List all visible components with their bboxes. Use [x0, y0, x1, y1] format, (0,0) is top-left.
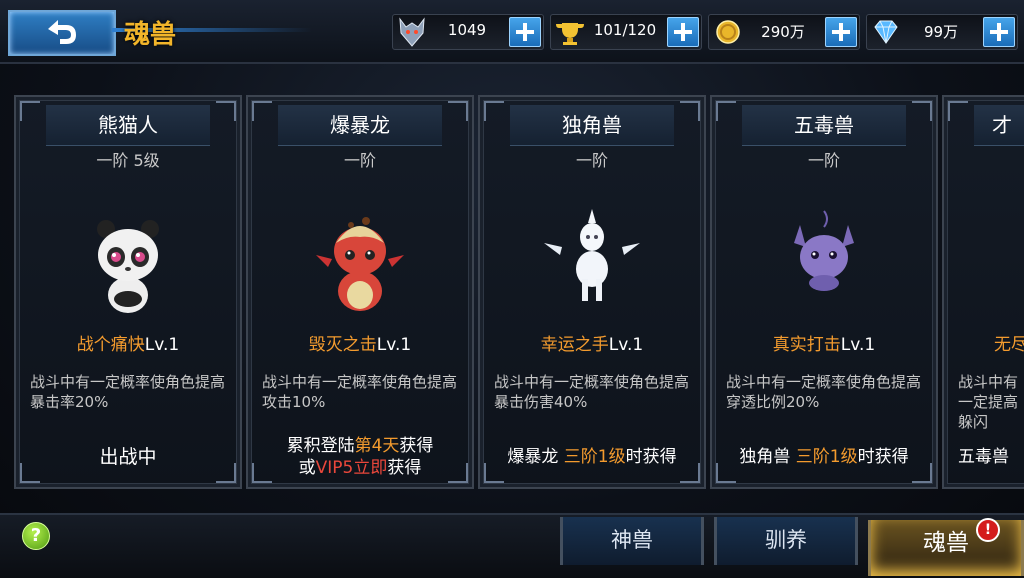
beast-rank: 一阶: [343, 151, 376, 170]
skill-name: 幸运之手: [540, 335, 609, 355]
cond-text: 爆暴龙: [507, 447, 564, 467]
skill-label: 真实打击Lv.1: [712, 330, 936, 355]
beast-card-poison[interactable]: 五毒兽 一阶 真实打击Lv.1 战斗中有一定概率使角色提高穿透比例20% 独角兽…: [710, 95, 938, 489]
beast-card-panda[interactable]: 熊猫人 一阶 5级 战个痛快Lv.1 战斗中有一定概率使角色提高暴击率20% 出…: [14, 95, 242, 489]
skill-level: Lv.1: [376, 335, 412, 355]
cond-text: 获得: [399, 436, 434, 456]
skill-name: 毁灭之击: [308, 335, 377, 355]
beast-card-dragon[interactable]: 爆暴龙 一阶 毁灭之击Lv.1 战斗中有一定概率使角色提高攻击10% 累积登陆第…: [246, 95, 474, 489]
cond-text: 获得: [387, 458, 422, 478]
poison-beast-image: [774, 207, 874, 317]
resource-trophy: 101/120: [550, 14, 702, 50]
resource-value: 1049: [447, 21, 487, 39]
resource-gold: 290万: [708, 14, 860, 50]
cond-text: 独角兽: [739, 447, 796, 467]
cond-text: 时获得: [625, 447, 677, 467]
add-energy-button[interactable]: [509, 17, 541, 47]
resource-value: 99万: [923, 23, 959, 41]
resource-diamond: 99万: [866, 14, 1018, 50]
top-bar: 魂兽 1049 101/120 290万 99万: [0, 0, 1024, 64]
skill-description: 战斗中有一定概率使角色提高暴击伤害40%: [494, 373, 690, 411]
back-arrow-icon: [48, 20, 76, 44]
status-deployed: 出战中: [99, 446, 157, 468]
resource-value: 290万: [761, 23, 805, 41]
unlock-condition: 累积登陆第4天获得 或VIP5立即获得: [248, 435, 472, 479]
add-diamond-button[interactable]: [983, 17, 1015, 47]
beast-name: 爆暴龙: [330, 113, 390, 137]
beast-rank: 一阶: [807, 151, 840, 170]
skill-name: 无尽: [994, 335, 1024, 355]
cond-text: 或: [298, 458, 316, 478]
card-clip: 才 无尽 战斗中有一定提高躲闪 五毒兽: [942, 95, 1024, 489]
unlock-condition: 爆暴龙 三阶1级时获得: [480, 442, 704, 467]
beast-card-unicorn[interactable]: 独角兽 一阶 幸运之手Lv.1 战斗中有一定概率使角色提高暴击伤害40% 爆暴龙…: [478, 95, 706, 489]
help-icon[interactable]: ?: [22, 522, 50, 550]
skill-level: Lv.1: [608, 335, 644, 355]
beast-name: 五毒兽: [794, 113, 854, 137]
dragon-image: [310, 207, 410, 317]
skill-description: 战斗中有一定提高躲闪: [958, 373, 1019, 431]
skill-label: 毁灭之击Lv.1: [248, 330, 472, 355]
panda-image: [78, 207, 178, 317]
cond-text: 时获得: [857, 447, 909, 467]
unlock-condition: 五毒兽: [958, 447, 1009, 467]
page-title: 魂兽: [124, 20, 177, 50]
add-trophy-button[interactable]: [667, 17, 699, 47]
add-gold-button[interactable]: [825, 17, 857, 47]
beast-rank: 一阶 5级: [96, 151, 160, 170]
unicorn-image: [542, 207, 642, 317]
frame-corner: [948, 101, 968, 121]
tab-soul-beast[interactable]: 魂兽: [868, 520, 1024, 576]
cond-vip-highlight: VIP5立即: [315, 458, 388, 478]
beast-name: 才: [992, 113, 1012, 137]
unlock-condition: 独角兽 三阶1级时获得: [712, 442, 936, 467]
skill-description: 战斗中有一定概率使角色提高穿透比例20%: [726, 373, 922, 411]
diamond-icon: [869, 15, 903, 49]
beast-name: 独角兽: [562, 113, 622, 137]
alert-badge: !: [976, 518, 1000, 542]
cond-highlight: 三阶1级: [795, 447, 858, 467]
cond-highlight: 三阶1级: [563, 447, 626, 467]
skill-label: 幸运之手Lv.1: [480, 330, 704, 355]
skill-description: 战斗中有一定概率使角色提高暴击率20%: [30, 373, 226, 411]
trophy-icon: [553, 15, 587, 49]
skill-description: 战斗中有一定概率使角色提高攻击10%: [262, 373, 458, 411]
skill-level: Lv.1: [840, 335, 876, 355]
beast-card-partial[interactable]: 才 无尽 战斗中有一定提高躲闪 五毒兽: [942, 95, 1024, 489]
tab-divine-beast[interactable]: 神兽: [560, 517, 704, 565]
skill-name: 战个痛快: [76, 335, 145, 355]
back-button[interactable]: [8, 10, 116, 56]
skill-name: 真实打击: [772, 335, 841, 355]
skill-label: 战个痛快Lv.1: [16, 330, 240, 355]
skill-level: Lv.1: [144, 335, 180, 355]
resource-value: 101/120: [593, 21, 657, 39]
resource-energy: 1049: [392, 14, 544, 50]
beast-name: 熊猫人: [98, 113, 158, 137]
tab-training[interactable]: 驯养: [714, 517, 858, 565]
cond-text: 累积登陆: [286, 436, 355, 456]
wolf-head-icon: [395, 15, 429, 49]
gold-coin-icon: [711, 15, 745, 49]
beast-rank: 一阶: [575, 151, 608, 170]
cond-highlight: 第4天: [354, 436, 400, 456]
skill-label: 无尽: [994, 330, 1024, 355]
